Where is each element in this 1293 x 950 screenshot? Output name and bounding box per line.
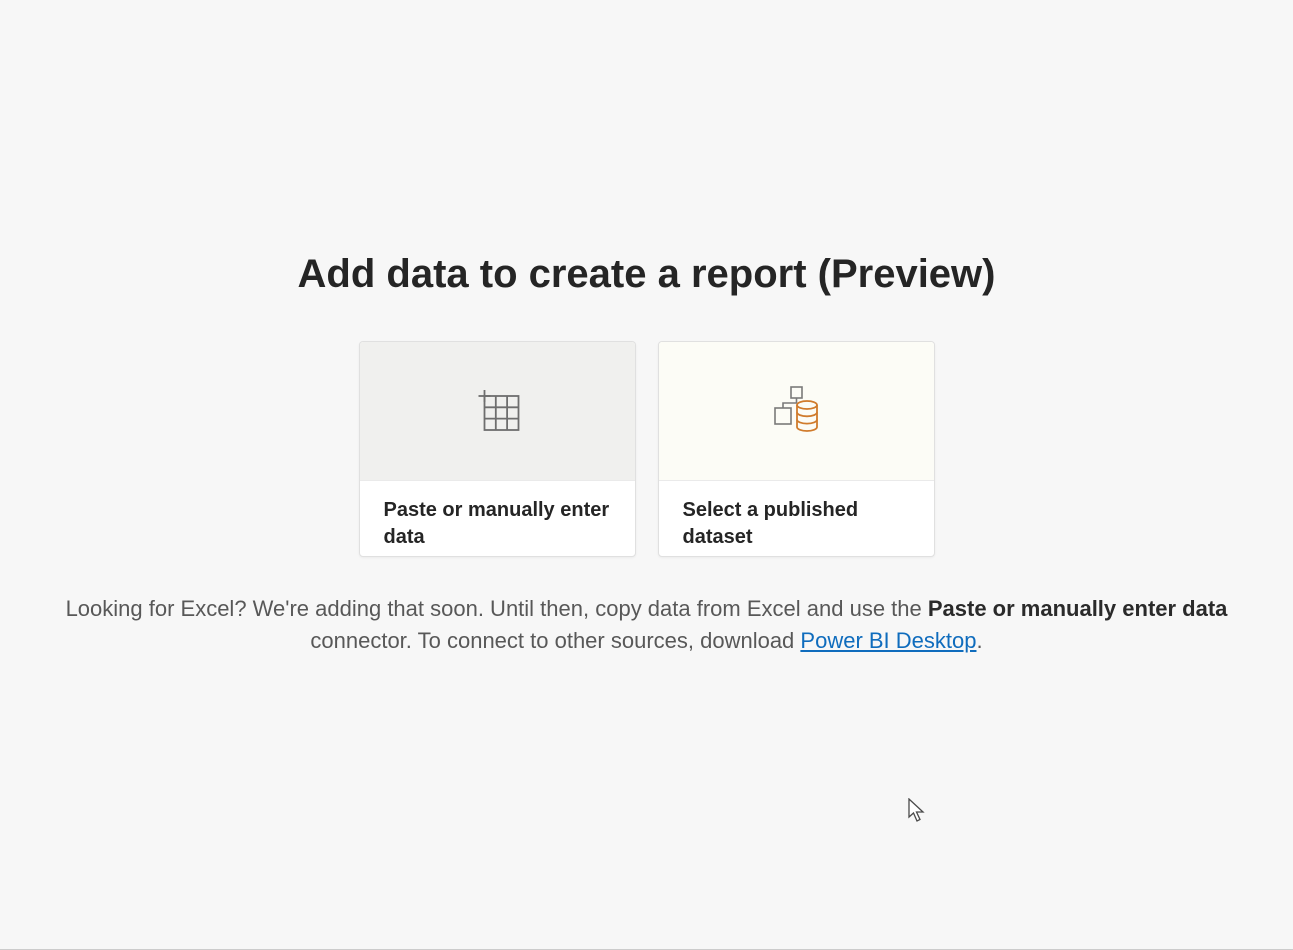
helper-mid: connector. To connect to other sources, … xyxy=(310,628,800,653)
option-cards: Paste or manually enter data xyxy=(359,341,935,557)
helper-prefix: Looking for Excel? We're adding that soo… xyxy=(66,596,928,621)
add-data-panel: Add data to create a report (Preview) xyxy=(27,252,1267,657)
paste-card-label: Paste or manually enter data xyxy=(384,497,611,551)
paste-card-icon-area xyxy=(360,342,635,481)
page-title: Add data to create a report (Preview) xyxy=(298,252,996,297)
dataset-card-label: Select a published dataset xyxy=(683,497,910,551)
helper-bold: Paste or manually enter data xyxy=(928,596,1228,621)
dataset-icon xyxy=(769,383,823,440)
power-bi-desktop-link[interactable]: Power BI Desktop xyxy=(800,628,976,653)
helper-text: Looking for Excel? We're adding that soo… xyxy=(27,593,1267,657)
helper-suffix: . xyxy=(976,628,982,653)
cursor-icon xyxy=(908,798,926,824)
dataset-card-label-area: Select a published dataset xyxy=(659,481,934,557)
published-dataset-card[interactable]: Select a published dataset xyxy=(658,341,935,557)
table-add-icon xyxy=(473,385,521,438)
paste-data-card[interactable]: Paste or manually enter data xyxy=(359,341,636,557)
paste-card-label-area: Paste or manually enter data xyxy=(360,481,635,557)
dataset-card-icon-area xyxy=(659,342,934,481)
